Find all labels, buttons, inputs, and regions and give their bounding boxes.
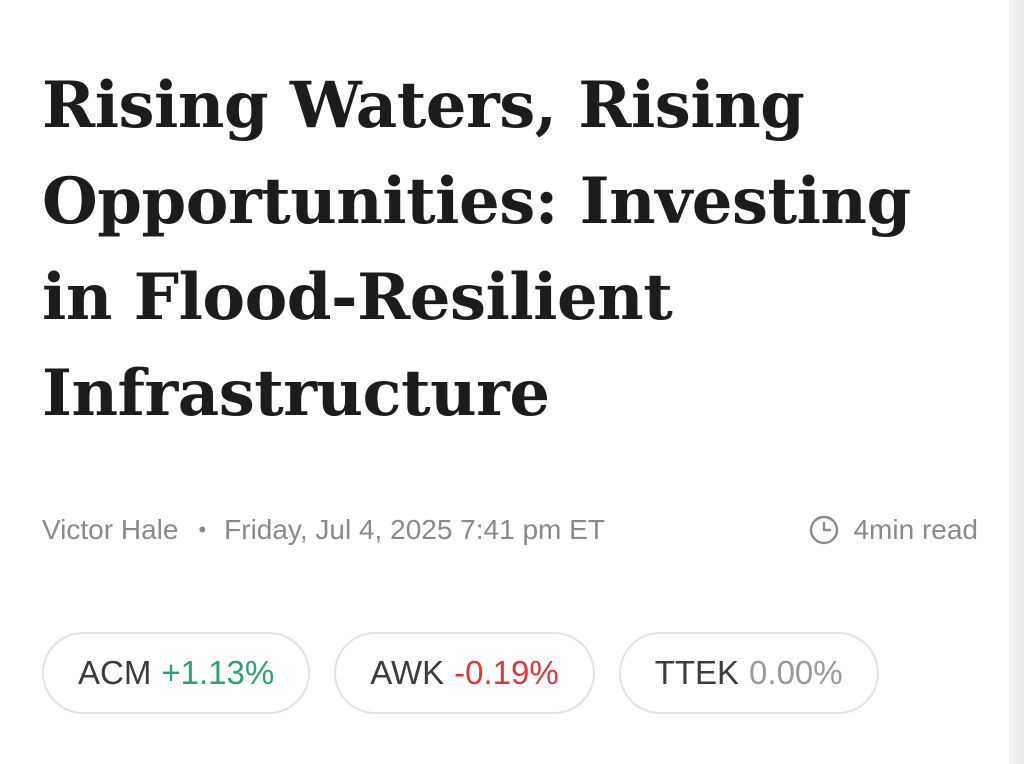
clock-icon — [810, 515, 839, 545]
screen-edge-shadow — [1009, 0, 1024, 764]
author-name[interactable]: Victor Hale — [42, 514, 178, 546]
ticker-list: ACM +1.13% AWK -0.19% TTEK 0.00% — [42, 632, 879, 714]
ticker-change: 0.00% — [749, 654, 843, 691]
publish-datetime: Friday, Jul 4, 2025 7:41 pm ET — [224, 514, 605, 545]
ticker-change: +1.13% — [161, 654, 275, 691]
article-page: Rising Waters, Rising Opportunities: Inv… — [0, 0, 1024, 764]
article-meta: Victor Hale • Friday, Jul 4, 2025 7:41 p… — [42, 508, 978, 552]
ticker-symbol: ACM — [78, 654, 152, 691]
ticker-symbol: TTEK — [654, 654, 740, 691]
ticker-pill-acm[interactable]: ACM +1.13% — [42, 632, 311, 714]
ticker-symbol: AWK — [370, 654, 445, 691]
read-time-label: 4min read — [853, 514, 978, 545]
ticker-pill-awk[interactable]: AWK -0.19% — [334, 632, 595, 714]
meta-separator: • — [198, 517, 207, 542]
ticker-pill-ttek[interactable]: TTEK 0.00% — [618, 632, 879, 714]
ticker-change: -0.19% — [454, 654, 559, 691]
read-time: 4min read — [809, 514, 978, 546]
article-headline: Rising Waters, Rising Opportunities: Inv… — [42, 68, 911, 431]
